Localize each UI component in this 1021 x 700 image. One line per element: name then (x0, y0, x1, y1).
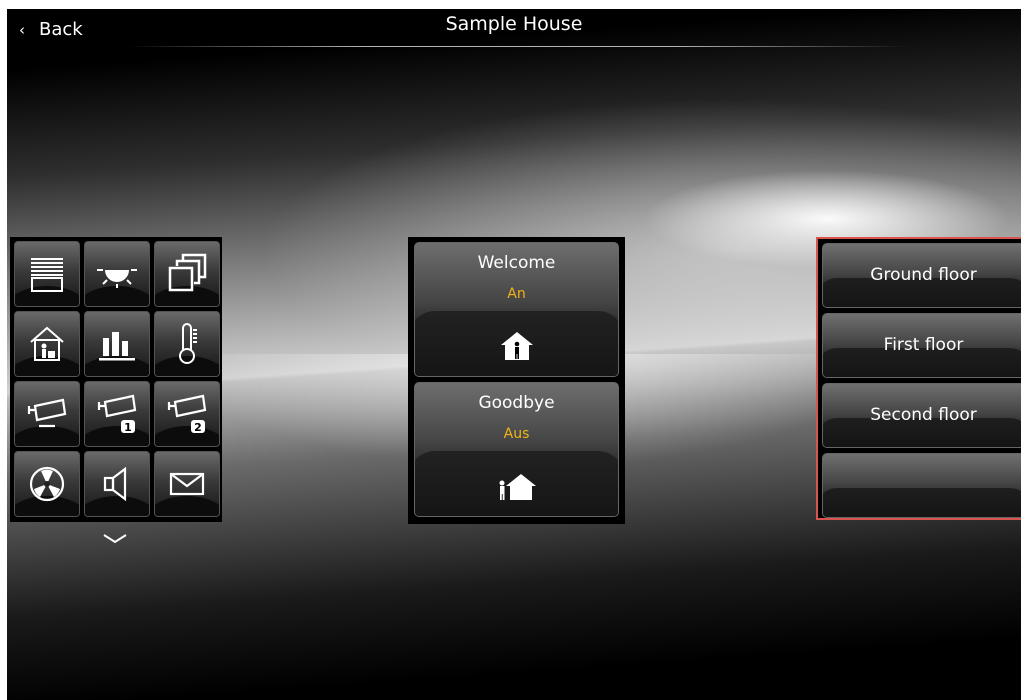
page-title: Sample House (445, 13, 583, 35)
floor-empty-button[interactable] (822, 453, 1021, 518)
statistics-tile[interactable] (84, 311, 150, 377)
camera-1-icon: 1 (97, 394, 137, 434)
blinds-icon (31, 258, 63, 292)
scene-label: Welcome (477, 253, 556, 273)
scene-label: Goodbye (478, 393, 555, 413)
blinds-tile[interactable] (14, 241, 80, 307)
camera-icon (27, 398, 67, 428)
speaker-tile[interactable] (84, 451, 150, 517)
thermometer-icon (179, 323, 197, 364)
mail-icon (169, 472, 205, 496)
header-divider (127, 46, 907, 47)
button-lower-half (823, 488, 1021, 517)
floor-second-button[interactable]: Second floor (822, 383, 1021, 448)
bar-chart-icon (99, 332, 135, 361)
camera-badge-2: 2 (194, 421, 202, 434)
scene-icon-wrap (415, 331, 618, 361)
speaker-icon (103, 466, 127, 502)
fan-icon (29, 466, 65, 502)
person-in-house-icon (500, 332, 533, 360)
window-frame-left (0, 0, 7, 700)
home-presence-icon (30, 326, 64, 361)
background-stage: ‹ Back Sample House 1 2 Welcome An Goodb… (7, 9, 1021, 700)
scene-goodbye-button[interactable]: Goodbye Aus (414, 382, 619, 517)
floor-panel: Ground floor First floor Second floor (816, 237, 1021, 520)
light-tile[interactable] (84, 241, 150, 307)
window-frame-top (0, 0, 1021, 9)
camera-2-tile[interactable]: 2 (154, 381, 220, 447)
person-leaving-house-icon (499, 474, 536, 500)
floor-label: Second floor (870, 405, 977, 425)
scene-state: An (507, 286, 526, 302)
floor-ground-button[interactable]: Ground floor (822, 243, 1021, 308)
windows-tile[interactable] (154, 241, 220, 307)
camera-2-icon: 2 (167, 394, 207, 434)
temperature-tile[interactable] (154, 311, 220, 377)
fan-tile[interactable] (14, 451, 80, 517)
scene-welcome-button[interactable]: Welcome An (414, 242, 619, 377)
scene-icon-wrap (415, 471, 618, 501)
floor-first-button[interactable]: First floor (822, 313, 1021, 378)
floor-label: First floor (883, 335, 964, 355)
windows-stack-icon (168, 253, 207, 292)
chevron-down-icon[interactable] (102, 532, 128, 546)
scene-panel: Welcome An Goodbye Aus (408, 237, 625, 524)
home-presence-tile[interactable] (14, 311, 80, 377)
camera-tile[interactable] (14, 381, 80, 447)
light-icon (97, 269, 137, 288)
camera-1-tile[interactable]: 1 (84, 381, 150, 447)
scene-state: Aus (503, 426, 530, 442)
camera-badge-1: 1 (124, 421, 132, 434)
floor-label: Ground floor (870, 265, 977, 285)
mail-tile[interactable] (154, 451, 220, 517)
function-icon-grid: 1 2 (10, 237, 222, 522)
